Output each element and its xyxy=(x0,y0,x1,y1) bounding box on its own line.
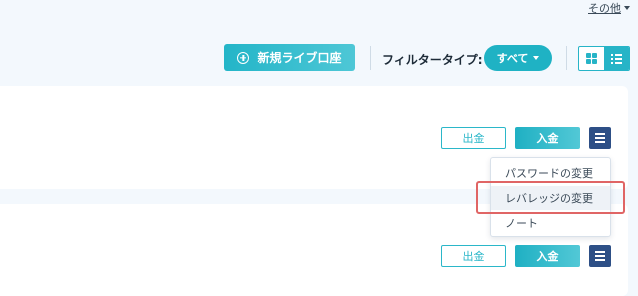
menu-item-change-leverage[interactable]: レバレッジの変更 xyxy=(491,186,610,210)
grid-view-button[interactable] xyxy=(579,47,604,70)
account-menu-dropdown: パスワードの変更 レバレッジの変更 ノート xyxy=(490,157,611,237)
more-link-label: その他 xyxy=(588,2,621,15)
list-view-icon xyxy=(611,53,622,64)
account-menu-button[interactable] xyxy=(589,245,611,267)
view-toggle xyxy=(578,46,630,71)
hamburger-menu-icon xyxy=(595,251,605,253)
new-live-account-label: 新規ライブ口座 xyxy=(257,51,342,65)
toolbar-divider xyxy=(370,46,371,70)
withdraw-button[interactable]: 出金 xyxy=(441,245,506,267)
withdraw-button[interactable]: 出金 xyxy=(441,127,506,149)
filter-type-value: すべて xyxy=(496,52,529,65)
new-live-account-button[interactable]: 新規ライブ口座 xyxy=(224,44,355,71)
chevron-down-icon xyxy=(533,56,540,60)
account-menu-button[interactable] xyxy=(589,127,611,149)
plus-circle-icon xyxy=(237,51,250,64)
chevron-down-icon xyxy=(624,6,630,10)
filter-type-dropdown[interactable]: すべて xyxy=(484,45,552,71)
list-view-button[interactable] xyxy=(604,47,629,70)
hamburger-menu-icon xyxy=(595,133,605,135)
menu-item-notes[interactable]: ノート xyxy=(491,211,610,235)
more-link[interactable]: その他 xyxy=(588,0,630,16)
deposit-button[interactable]: 入金 xyxy=(515,245,580,267)
filter-type-label: フィルタータイプ: xyxy=(382,53,483,67)
grid-view-icon xyxy=(585,52,598,65)
toolbar-divider xyxy=(566,46,567,70)
deposit-button[interactable]: 入金 xyxy=(515,127,580,149)
menu-item-change-password[interactable]: パスワードの変更 xyxy=(491,161,610,185)
